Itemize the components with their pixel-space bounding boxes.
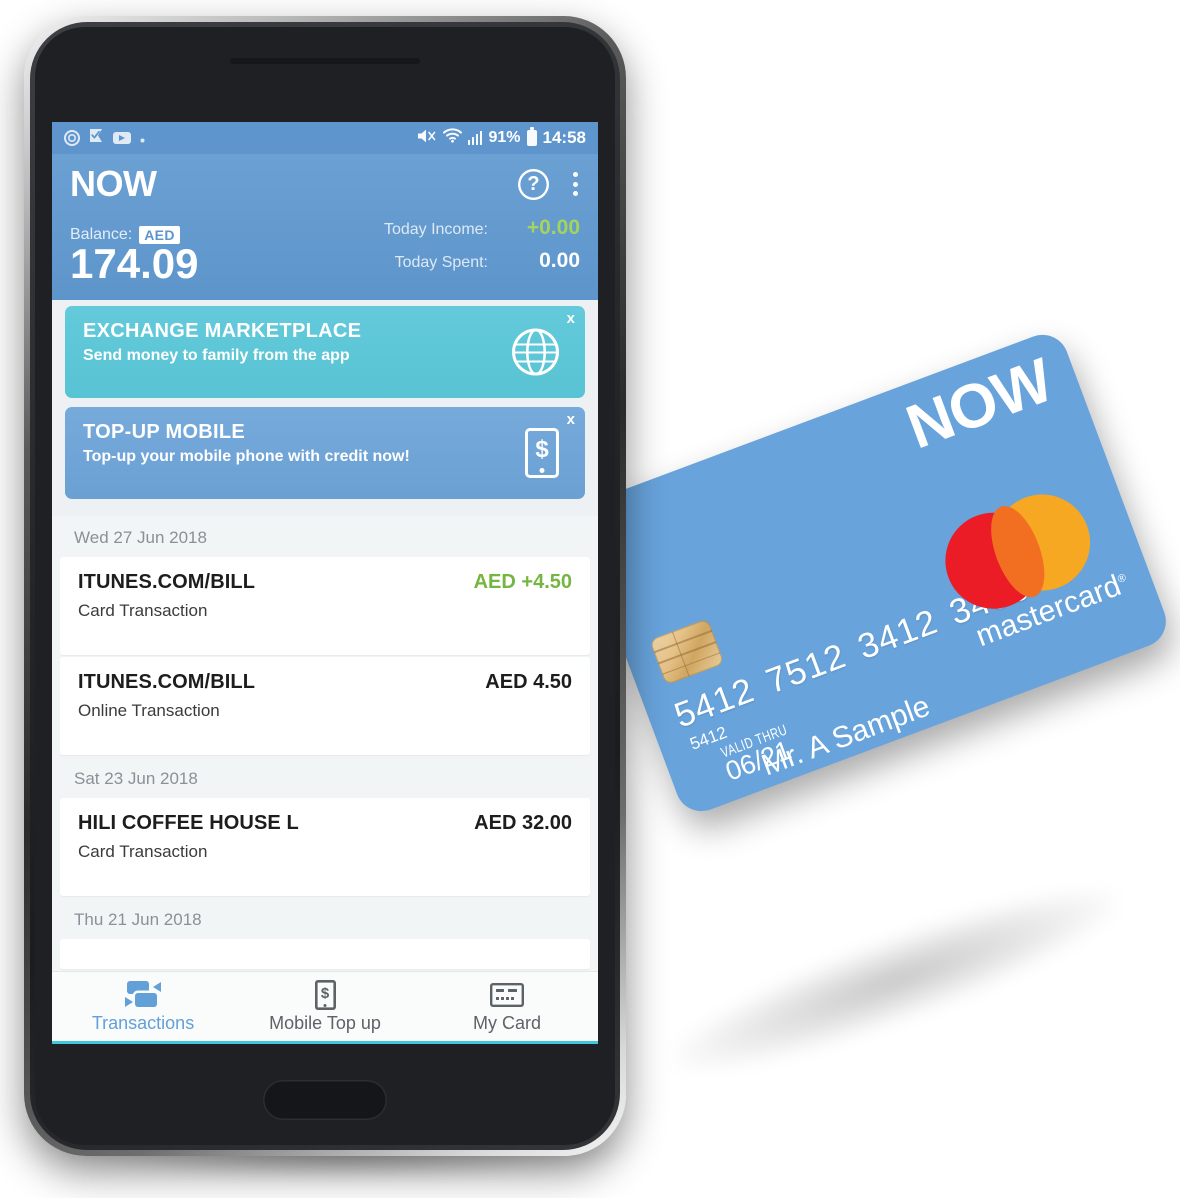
transaction-date-header: Sat 23 Jun 2018 xyxy=(74,769,198,788)
transaction-merchant: HILI COFFEE HOUSE L xyxy=(78,812,299,834)
nav-item-mobile-top-up[interactable]: $ Mobile Top up xyxy=(234,972,416,1041)
scene: NOW 5412751234123456 5412 VALID THRU 06/… xyxy=(0,0,1180,1198)
card-number-group-2: 7512 xyxy=(760,636,852,702)
transaction-amount: AED 4.50 xyxy=(485,671,572,693)
promo-subtitle: Top-up your mobile phone with credit now… xyxy=(83,448,410,465)
nav-item-my-card[interactable]: My Card xyxy=(416,972,598,1041)
promo-subtitle: Send money to family from the app xyxy=(83,347,350,364)
mobile-topup-icon: $ xyxy=(315,980,336,1010)
globe-icon xyxy=(512,329,559,376)
today-income-label: Today Income: xyxy=(383,221,488,238)
promo-banner-top-up-mobile[interactable]: TOP-UP MOBILE Top-up your mobile phone w… xyxy=(65,407,585,499)
transaction-row-top: HILI COFFEE HOUSE L AED 32.00 xyxy=(78,812,572,835)
nav-label: My Card xyxy=(472,1013,541,1033)
transaction-merchant: ITUNES.COM/BILL xyxy=(78,671,256,693)
balance-summary: Balance: AED 174.09 Today Income: +0.00 … xyxy=(70,216,580,286)
balance-block: Balance: AED 174.09 xyxy=(70,225,199,287)
app-header-top-row: NOW ? xyxy=(70,166,580,202)
transaction-type: Card Transaction xyxy=(78,601,208,620)
smartphone-device: 91% 14:58 NOW ? Balance: AED 174.09 Toda… xyxy=(24,16,626,1156)
transaction-row[interactable]: ITUNES.COM/BILL AED +4.50 Card Transacti… xyxy=(60,557,590,655)
video-play-icon xyxy=(113,132,131,144)
today-income-row: Today Income: +0.00 xyxy=(384,216,580,240)
transactions-icon xyxy=(125,980,161,1010)
transaction-row[interactable]: ITUNES.COM/BILL AED 4.50 Online Transact… xyxy=(60,657,590,755)
signal-bars-icon xyxy=(467,131,483,145)
promo-close-button[interactable]: x xyxy=(567,411,575,428)
help-icon[interactable]: ? xyxy=(518,169,549,200)
app-brand-logo: NOW xyxy=(70,163,157,204)
transaction-date-header: Wed 27 Jun 2018 xyxy=(74,528,207,547)
app-header: NOW ? Balance: AED 174.09 Today Income: … xyxy=(52,154,598,300)
mastercard-logo-icon: mastercard® xyxy=(931,474,1138,662)
card-number-group-3: 3412 xyxy=(852,601,943,667)
today-stats-block: Today Income: +0.00 Today Spent: 0.00 xyxy=(384,216,580,286)
app-header-actions: ? xyxy=(518,169,580,200)
today-spent-label: Today Spent: xyxy=(394,254,488,271)
nav-item-transactions[interactable]: Transactions xyxy=(52,972,234,1041)
promo-title: TOP-UP MOBILE xyxy=(83,421,246,443)
transaction-amount: AED 32.00 xyxy=(474,812,572,834)
transaction-row[interactable]: HILI COFFEE HOUSE L AED 32.00 Card Trans… xyxy=(60,798,590,896)
kebab-menu-icon[interactable] xyxy=(571,170,580,198)
transaction-list[interactable]: Wed 27 Jun 2018 ITUNES.COM/BILL AED +4.5… xyxy=(52,516,598,971)
today-spent-row: Today Spent: 0.00 xyxy=(384,249,580,273)
dot-icon xyxy=(140,130,145,147)
today-income-value: +0.00 xyxy=(526,216,580,239)
promo-banner-list: EXCHANGE MARKETPLACE Send money to famil… xyxy=(52,300,598,516)
home-button[interactable] xyxy=(263,1080,387,1120)
today-spent-value: 0.00 xyxy=(539,249,580,272)
emv-chip-icon xyxy=(649,618,725,686)
battery-percent-label: 91% xyxy=(488,129,521,146)
balance-amount: 174.09 xyxy=(70,239,199,287)
card-brand-logo: NOW xyxy=(897,345,1062,463)
status-bar-right-icons: 91% 14:58 xyxy=(417,127,586,149)
transaction-merchant: ITUNES.COM/BILL xyxy=(78,571,256,593)
transaction-date-header: Thu 21 Jun 2018 xyxy=(74,910,202,929)
status-bar-left-icons xyxy=(64,128,145,148)
phone-dollar-icon: $ xyxy=(525,428,559,478)
bottom-navigation-bar: Transactions $ Mobile Top up My Card xyxy=(52,971,598,1044)
android-status-bar: 91% 14:58 xyxy=(52,122,598,154)
transaction-row-top: ITUNES.COM/BILL AED +4.50 xyxy=(78,571,572,594)
nav-label: Transactions xyxy=(91,1013,195,1033)
wifi-icon xyxy=(442,128,462,148)
earpiece-speaker xyxy=(230,58,420,64)
transaction-type: Online Transaction xyxy=(78,701,220,720)
promo-title: EXCHANGE MARKETPLACE xyxy=(83,320,362,342)
clock-label: 14:58 xyxy=(542,128,586,147)
check-flag-icon xyxy=(89,128,104,148)
transaction-amount: AED +4.50 xyxy=(473,571,572,593)
settings-gear-icon xyxy=(64,130,80,146)
nav-label: Mobile Top up xyxy=(269,1013,381,1033)
transaction-type: Card Transaction xyxy=(78,842,208,861)
transaction-row-partial[interactable] xyxy=(60,939,590,969)
transaction-row-top: ITUNES.COM/BILL AED 4.50 xyxy=(78,671,572,694)
my-card-icon xyxy=(490,980,524,1010)
battery-icon xyxy=(526,127,537,146)
credit-card-ground-shadow xyxy=(660,862,1130,1098)
physical-credit-card: NOW 5412751234123456 5412 VALID THRU 06/… xyxy=(570,327,1174,819)
promo-close-button[interactable]: x xyxy=(567,310,575,327)
promo-banner-exchange-marketplace[interactable]: EXCHANGE MARKETPLACE Send money to famil… xyxy=(65,306,585,398)
mute-icon xyxy=(417,128,437,149)
phone-screen: 91% 14:58 NOW ? Balance: AED 174.09 Toda… xyxy=(52,122,598,1044)
